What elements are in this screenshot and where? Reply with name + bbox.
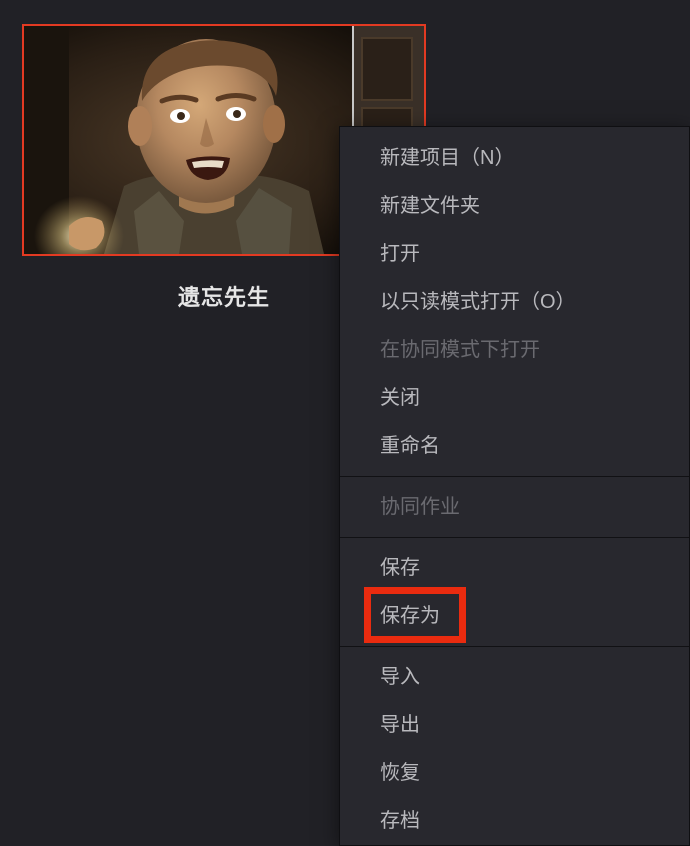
- menu-item-restore[interactable]: 恢复: [340, 749, 689, 797]
- menu-item-open[interactable]: 打开: [340, 230, 689, 278]
- menu-item-close[interactable]: 关闭: [340, 374, 689, 422]
- menu-item-collab: 协同作业: [340, 483, 689, 531]
- menu-item-save[interactable]: 保存: [340, 544, 689, 592]
- menu-item-rename[interactable]: 重命名: [340, 422, 689, 470]
- context-menu: 新建项目（N） 新建文件夹 打开 以只读模式打开（O） 在协同模式下打开 关闭 …: [339, 126, 690, 846]
- menu-separator: [340, 537, 689, 538]
- menu-item-new-folder[interactable]: 新建文件夹: [340, 182, 689, 230]
- menu-item-import[interactable]: 导入: [340, 653, 689, 701]
- menu-item-open-collab: 在协同模式下打开: [340, 326, 689, 374]
- menu-item-open-readonly[interactable]: 以只读模式打开（O）: [340, 278, 689, 326]
- menu-item-save-as[interactable]: 保存为: [340, 592, 689, 640]
- menu-item-export[interactable]: 导出: [340, 701, 689, 749]
- menu-separator: [340, 646, 689, 647]
- menu-item-archive[interactable]: 存档: [340, 797, 689, 845]
- menu-separator: [340, 476, 689, 477]
- menu-item-new-project[interactable]: 新建项目（N）: [340, 127, 689, 182]
